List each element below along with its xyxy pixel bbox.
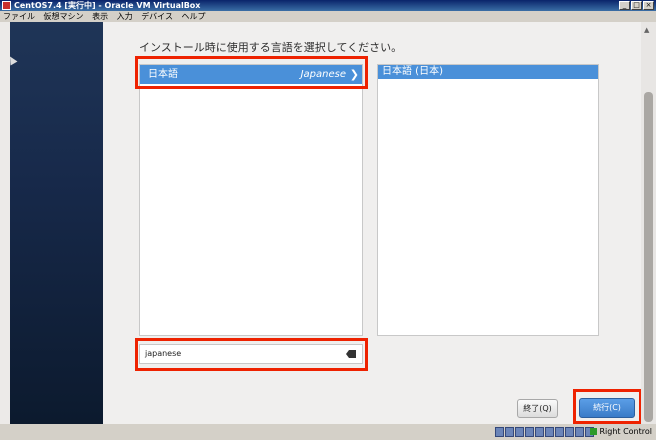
host-key-text: Right Control — [599, 427, 652, 436]
vertical-scrollbar[interactable]: ▲ — [641, 22, 656, 424]
host-key-label: Right Control — [590, 424, 652, 440]
language-search-input[interactable]: japanese — [139, 344, 363, 364]
clear-search-icon[interactable] — [346, 350, 356, 358]
language-list[interactable]: 日本語 Japanese ❯ — [139, 64, 363, 336]
video-capture-icon[interactable] — [565, 427, 574, 437]
vm-screen[interactable]: インストール時に使用する言語を選択してください。 日本語 Japanese ❯ … — [0, 22, 656, 424]
menu-view[interactable]: 表示 — [89, 11, 111, 22]
host-key-indicator-icon — [590, 428, 598, 435]
usb-icon[interactable] — [535, 427, 544, 437]
language-prompt: インストール時に使用する言語を選択してください。 — [139, 41, 403, 54]
language-item-japanese[interactable]: 日本語 Japanese ❯ — [140, 65, 362, 84]
maximize-button[interactable]: □ — [631, 1, 642, 10]
installer-sidebar — [10, 22, 103, 424]
shared-folder-icon[interactable] — [545, 427, 554, 437]
window-controls: _ □ × — [619, 1, 654, 10]
continue-button[interactable]: 続行(C) — [579, 398, 635, 418]
locale-list[interactable]: 日本語 (日本) — [377, 64, 599, 336]
menu-help[interactable]: ヘルプ — [179, 11, 209, 22]
menu-bar: ファイル 仮想マシン 表示 入力 デバイス ヘルプ — [0, 11, 656, 22]
search-value: japanese — [145, 349, 182, 358]
hard-disk-icon[interactable] — [495, 427, 504, 437]
virtualbox-icon — [2, 1, 11, 10]
language-english-name: Japanese — [300, 69, 346, 80]
chevron-right-icon: ❯ — [349, 68, 359, 81]
quit-button[interactable]: 終了(Q) — [517, 399, 558, 418]
language-native-name: 日本語 — [148, 69, 178, 80]
optical-drive-icon[interactable] — [505, 427, 514, 437]
mouse-integration-icon[interactable] — [575, 427, 584, 437]
vm-left-strip — [0, 22, 10, 424]
display-icon[interactable] — [555, 427, 564, 437]
menu-devices[interactable]: デバイス — [138, 11, 176, 22]
audio-icon[interactable] — [515, 427, 524, 437]
menu-machine[interactable]: 仮想マシン — [41, 11, 87, 22]
vm-status-bar: Right Control — [0, 424, 656, 440]
minimize-button[interactable]: _ — [619, 1, 630, 10]
close-button[interactable]: × — [643, 1, 654, 10]
window-title-bar: CentOS7.4 [実行中] - Oracle VM VirtualBox _… — [0, 0, 656, 11]
scrollbar-thumb[interactable] — [644, 92, 653, 422]
scroll-up-icon[interactable]: ▲ — [644, 26, 649, 34]
locale-item-ja-jp[interactable]: 日本語 (日本) — [378, 65, 598, 79]
network-icon[interactable] — [525, 427, 534, 437]
window-title: CentOS7.4 [実行中] - Oracle VM VirtualBox — [14, 1, 201, 10]
menu-file[interactable]: ファイル — [0, 11, 38, 22]
menu-input[interactable]: 入力 — [114, 11, 136, 22]
status-icons — [495, 427, 594, 437]
